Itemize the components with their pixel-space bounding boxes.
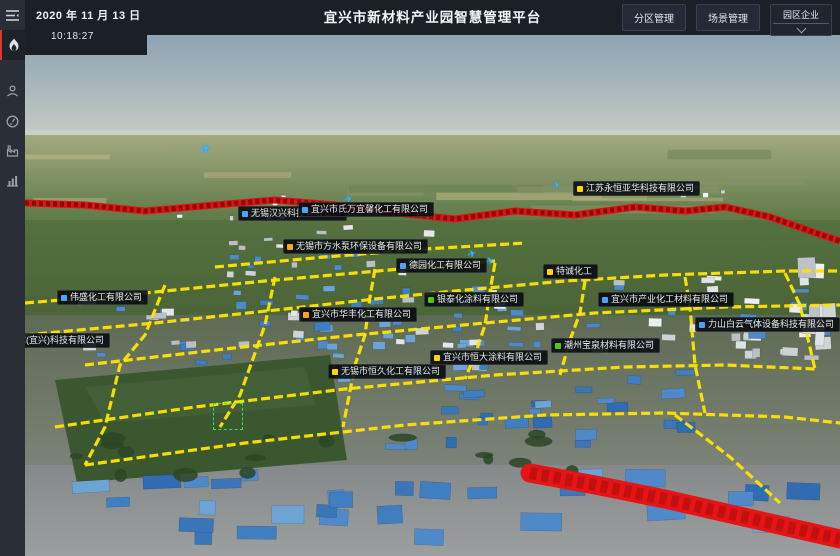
company-name: 伟盛化工有限公司 xyxy=(70,292,142,303)
selection-box xyxy=(213,403,243,430)
company-label[interactable]: 宜兴市产业化工材料有限公司 xyxy=(598,292,734,307)
company-name: 银泰化涂料有限公司 xyxy=(437,294,518,305)
sidebar-item-fire-monitor[interactable] xyxy=(0,30,25,60)
flame-icon xyxy=(8,38,20,52)
header-controls: 分区管理场景管理 园区企业 xyxy=(622,4,832,36)
sidebar-item-statistics[interactable] xyxy=(0,166,25,196)
sidebar-item-energy-meter[interactable] xyxy=(0,106,25,136)
company-marker-icon xyxy=(428,297,434,303)
company-label[interactable]: 江苏永恒亚华科技有限公司 xyxy=(573,181,700,196)
company-name: 江苏永恒亚华科技有限公司 xyxy=(586,183,694,194)
date-label: 2020 年 11 月 13 日 xyxy=(36,7,147,23)
plane-marker[interactable]: ✈ xyxy=(198,141,212,157)
company-label[interactable]: 德园化工有限公司 xyxy=(396,258,487,273)
company-marker-icon xyxy=(434,355,440,361)
company-name: 宜兴市产业化工材料有限公司 xyxy=(611,294,728,305)
dropdown-label: 园区企业 xyxy=(771,5,831,23)
plane-marker[interactable]: ✈ xyxy=(552,180,562,191)
company-marker-icon xyxy=(547,269,553,275)
company-label[interactable]: 特诚化工 xyxy=(543,264,598,279)
sidebar-item-menu[interactable] xyxy=(0,0,25,30)
company-marker-icon xyxy=(577,186,583,192)
company-name: 宜兴市氏万宜馨化工有限公司 xyxy=(311,204,428,215)
sidebar-item-personnel[interactable] xyxy=(0,76,25,106)
app-window: 宜兴市新材料产业园智慧管理平台 分区管理场景管理 园区企业 2020 年 11 … xyxy=(0,0,840,556)
scene-management-button[interactable]: 场景管理 xyxy=(696,4,760,31)
map-overlay-layer: 伟盛化工有限公司威尔(宜兴)科技有限公司无锡汉兴科技有限公司宜兴市氏万宜馨化工有… xyxy=(25,35,840,556)
company-name: 无锡市恒久化工有限公司 xyxy=(341,366,440,377)
sidebar-item-enterprise[interactable] xyxy=(0,136,25,166)
zone-management-button[interactable]: 分区管理 xyxy=(622,4,686,31)
company-label[interactable]: 潮州宝泉材料有限公司 xyxy=(551,338,660,353)
company-label[interactable]: 伟盛化工有限公司 xyxy=(57,290,148,305)
company-marker-icon xyxy=(61,295,67,301)
company-label[interactable]: 无锡市方水泵环保设备有限公司 xyxy=(283,239,428,254)
company-marker-icon xyxy=(332,369,338,375)
header-bar: 宜兴市新材料产业园智慧管理平台 分区管理场景管理 园区企业 xyxy=(25,0,840,35)
company-marker-icon xyxy=(302,207,308,213)
bar-chart-icon xyxy=(6,175,19,187)
datetime-panel: 2020 年 11 月 13 日 10:18:27 xyxy=(25,0,147,55)
time-label: 10:18:27 xyxy=(51,31,147,42)
company-label[interactable]: 力山白云气体设备科技有限公司 xyxy=(695,317,840,332)
chevron-down-icon[interactable] xyxy=(771,24,831,35)
company-name: 无锡市方水泵环保设备有限公司 xyxy=(296,241,422,252)
company-label[interactable]: 无锡市恒久化工有限公司 xyxy=(328,364,446,379)
company-name: 威尔(宜兴)科技有限公司 xyxy=(25,335,104,346)
company-marker-icon xyxy=(400,263,406,269)
factory-icon xyxy=(6,145,19,157)
company-label[interactable]: 宜兴市华丰化工有限公司 xyxy=(299,307,417,322)
company-marker-icon xyxy=(242,211,248,217)
park-enterprise-dropdown[interactable]: 园区企业 xyxy=(770,4,832,36)
company-name: 宜兴市恒大涂料有限公司 xyxy=(443,352,542,363)
sidebar xyxy=(0,0,25,556)
company-name: 潮州宝泉材料有限公司 xyxy=(564,340,654,351)
company-label[interactable]: 威尔(宜兴)科技有限公司 xyxy=(25,333,110,348)
company-name: 特诚化工 xyxy=(556,266,592,277)
company-label[interactable]: 宜兴市恒大涂料有限公司 xyxy=(430,350,548,365)
gauge-icon xyxy=(6,115,19,128)
company-marker-icon xyxy=(287,244,293,250)
menu-icon xyxy=(5,9,20,22)
company-name: 德园化工有限公司 xyxy=(409,260,481,271)
company-marker-icon xyxy=(602,297,608,303)
company-name: 宜兴市华丰化工有限公司 xyxy=(312,309,411,320)
person-icon xyxy=(6,85,19,97)
map-3d-view[interactable]: 伟盛化工有限公司威尔(宜兴)科技有限公司无锡汉兴科技有限公司宜兴市氏万宜馨化工有… xyxy=(25,35,840,556)
company-marker-icon xyxy=(555,343,561,349)
company-label[interactable]: 银泰化涂料有限公司 xyxy=(424,292,524,307)
company-marker-icon xyxy=(699,322,705,328)
company-label[interactable]: 宜兴市氏万宜馨化工有限公司 xyxy=(298,202,434,217)
company-name: 力山白云气体设备科技有限公司 xyxy=(708,319,834,330)
company-marker-icon xyxy=(303,312,309,318)
